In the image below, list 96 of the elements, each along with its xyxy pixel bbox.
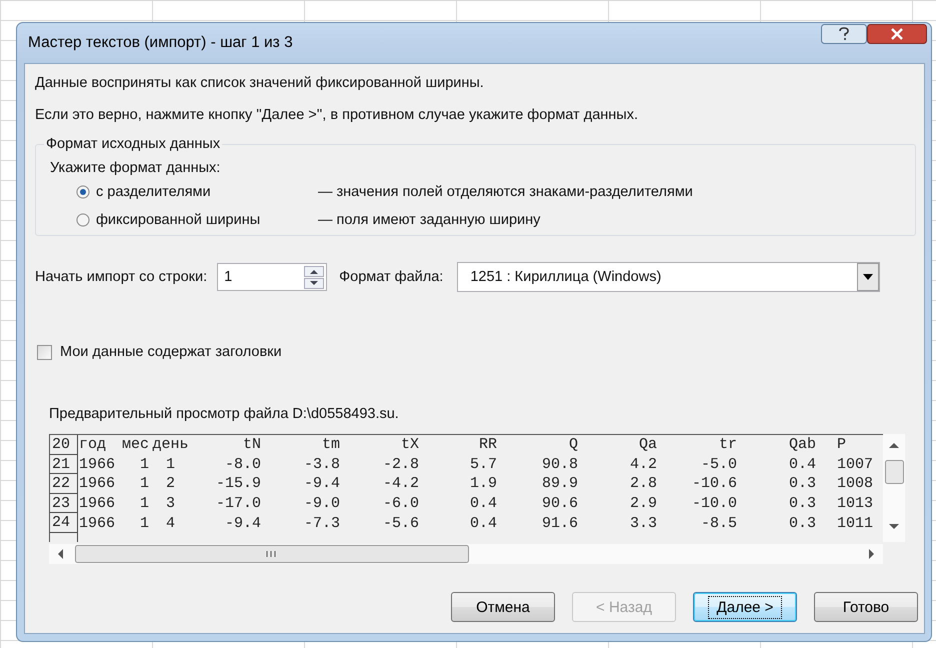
checkbox[interactable] [37,344,52,360]
column-header: tN [242,436,261,454]
preview-cell-text: -10.0 [690,495,737,512]
cancel-button[interactable]: Отмена [451,592,555,622]
preview-cell-text: 1 [138,456,149,473]
row-number: 24 [50,513,78,533]
help-button[interactable] [821,24,867,44]
preview-cell-text: 1011 [836,514,874,532]
preview-cell-text: 0.4 [468,514,497,532]
preview-cell-text: -17.0 [214,495,261,512]
preview-cell-text: 1966 [78,495,116,512]
preview-cell-text: -15.9 [214,475,261,492]
preview-cell-text: 0.4 [788,456,816,473]
preview-cell-text: -9.0 [302,495,340,512]
preview-cell-text: -8.5 [700,514,737,532]
column-header: tr [718,436,737,454]
spin-down-icon[interactable] [304,278,324,288]
preview-cell-text: 0.3 [788,475,816,492]
preview-cell-text: -10.6 [690,475,737,492]
preview-cell-text: 2 [164,475,176,492]
row-number: 23 [50,494,78,514]
checkbox-label: Мои данные содержат заголовки [60,344,282,360]
scroll-left-icon[interactable] [57,549,63,559]
row-number: 20 [50,435,78,455]
group-title: Формат исходных данных [45,136,222,152]
scrollbar-thumb[interactable] [885,460,904,484]
window-title: Мастер текстов (импорт) - шаг 1 из 3 [28,34,293,52]
column-header: Q [568,436,578,454]
preview-cell-text: 5.7 [468,456,497,473]
column-header: Qa [638,436,657,454]
start-row-label: Начать импорт со строки: [35,269,208,285]
preview-cell-text: 0.3 [788,514,816,532]
column-header: мес [120,436,149,454]
prompt-label: Укажите формат данных: [50,160,222,176]
preview-cell-text: 2.9 [628,495,657,512]
column-header: tX [400,436,419,454]
preview-cell-text: 1966 [78,456,116,473]
preview-cell-text: 90.8 [540,456,578,473]
column-header: день [151,436,190,454]
preview-cell-text: 1013 [836,495,874,512]
preview-cell-text: 1 [138,514,149,532]
radio-label: с разделителями [96,184,212,200]
radio-label: фиксированной ширины [96,212,262,228]
preview-cell-text: 0.3 [788,495,816,512]
preview-cell-text: -3.8 [302,456,340,473]
preview-cell-text: -5.6 [382,514,419,532]
preview-cell-text: -9.4 [302,475,340,492]
preview-cell-text: 2.8 [628,475,657,492]
spin-up-icon[interactable] [304,266,324,276]
start-row-spinner[interactable]: 1 [217,263,328,291]
radio-button[interactable] [76,213,90,227]
option-description: — значения полей отделяются знаками-разделителями [318,184,693,200]
option-description: — поля имеют заданную ширину [318,212,540,228]
close-button[interactable] [867,24,927,44]
file-format-label: Формат файла: [339,269,444,285]
preview-cell-text: -4.2 [382,475,419,492]
preview-cell-text: -9.4 [224,514,261,532]
next-button[interactable]: Далее > [693,592,797,622]
preview-cell-text: 1008 [836,475,874,492]
radio-button[interactable] [76,185,90,199]
preview-cell-text: 1007 [836,456,874,473]
preview-cell-text: -8.0 [224,456,261,473]
finish-button[interactable]: Готово [814,592,918,622]
preview-cell-text: 1 [138,495,149,512]
preview-cell-text: 1 [164,456,176,473]
preview-cell-text: 1966 [78,475,116,492]
scroll-down-icon[interactable] [889,524,899,530]
preview-cell-text: 1966 [78,514,116,532]
preview-title: Предварительный просмотр файла D:\d0558493.su. [49,406,400,422]
scroll-right-icon[interactable] [869,549,875,559]
preview-cell-text: -2.8 [382,456,419,473]
preview-cell-text: 1.9 [468,475,497,492]
row-number: 22 [50,474,78,494]
preview-cell-text: 91.6 [540,514,578,532]
preview-cell-text: -5.0 [700,456,737,473]
preview-cell-text: 4.2 [628,456,657,473]
scrollbar-thumb[interactable] [75,545,469,563]
preview-cell-text: -6.0 [382,495,419,512]
preview-cell-text: 90.6 [540,495,578,512]
preview-cell-text: -7.3 [302,514,340,532]
row-number: 21 [50,454,78,474]
preview-cell-text: 89.9 [540,475,578,492]
info-text: Данные восприняты как список значений фиксированной ширины. [35,74,485,93]
column-header: P [836,436,848,454]
preview-cell-text: 3 [164,495,176,512]
preview-cell-text: 0.4 [468,495,497,512]
column-header: RR [478,436,497,454]
file-format-dropdown[interactable]: 1251 : Кириллица (Windows) [457,262,880,292]
column-header: год [78,436,108,454]
column-header: Qab [788,436,816,454]
preview-cell-text: 3.3 [628,514,657,532]
preview-cell-text: 1 [138,475,149,492]
column-header: tm [320,436,340,454]
preview-cell-text: 4 [164,514,176,532]
info-text: Если это верно, нажмите кнопку ''Далее >'', в противном случае укажите формат данных. [35,106,639,125]
scroll-up-icon[interactable] [889,442,899,448]
